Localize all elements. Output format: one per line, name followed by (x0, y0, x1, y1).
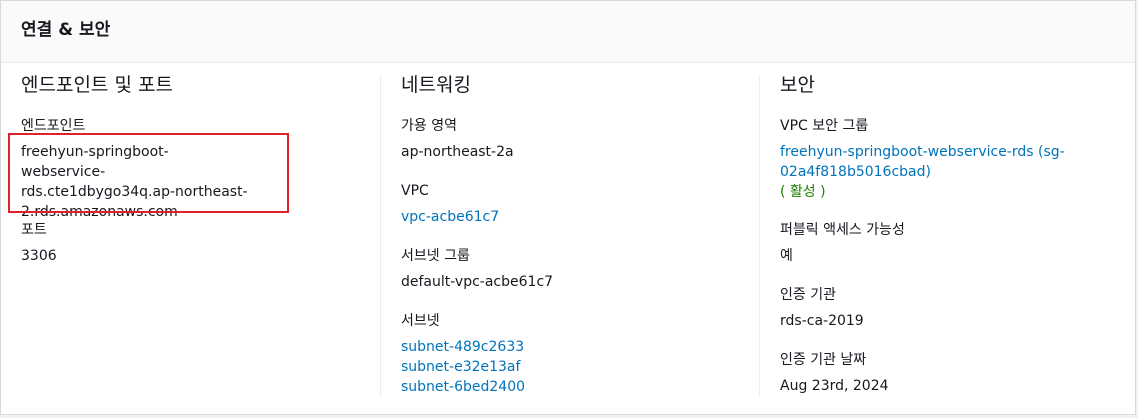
ca-label: 인증 기관 (780, 287, 836, 303)
subnets-label: 서브넷 (401, 313, 440, 329)
networking-section-title: 네트워킹 (401, 74, 471, 96)
security-group-link-line: freehyun-springboot-webservice-rds (sg- (780, 144, 1065, 160)
ca-date-label: 인증 기관 날짜 (780, 352, 867, 368)
security-section-title: 보안 (780, 74, 815, 96)
endpoint-port-column: 엔드포인트 및 포트 엔드포인트 freehyun-springboot-web… (21, 62, 361, 414)
port-label: 포트 (21, 222, 47, 238)
security-group-status: ( 활성 ) (780, 184, 826, 200)
az-value: ap-northeast-2a (401, 144, 514, 160)
security-group-link[interactable]: freehyun-springboot-webservice-rds (sg- … (780, 142, 1120, 182)
public-access-label: 퍼블릭 액세스 가능성 (780, 222, 905, 238)
ca-value: rds-ca-2019 (780, 313, 864, 329)
az-label: 가용 영역 (401, 118, 457, 134)
port-value: 3306 (21, 248, 57, 264)
panel-header: 연결 & 보안 (1, 1, 1135, 63)
endpoint-highlight-box (8, 133, 289, 213)
security-column: 보안 VPC 보안 그룹 freehyun-springboot-webserv… (780, 62, 1125, 414)
subnet-link[interactable]: subnet-489c2633 (401, 337, 525, 357)
subnet-group-value: default-vpc-acbe61c7 (401, 274, 554, 290)
subnet-group-label: 서브넷 그룹 (401, 248, 470, 264)
column-divider (759, 75, 760, 397)
security-group-label: VPC 보안 그룹 (780, 118, 869, 134)
ca-date-value: Aug 23rd, 2024 (780, 378, 889, 394)
vpc-link[interactable]: vpc-acbe61c7 (401, 207, 499, 227)
networking-column: 네트워킹 가용 영역 ap-northeast-2a VPC vpc-acbe6… (401, 62, 741, 414)
connectivity-security-panel: 연결 & 보안 엔드포인트 및 포트 엔드포인트 freehyun-spring… (0, 0, 1136, 415)
endpoint-section-title: 엔드포인트 및 포트 (21, 74, 173, 96)
panel-title: 연결 & 보안 (21, 20, 111, 40)
subnet-list: subnet-489c2633 subnet-e32e13af subnet-6… (401, 337, 525, 397)
public-access-value: 예 (780, 248, 793, 264)
column-divider (380, 75, 381, 397)
subnet-link[interactable]: subnet-6bed2400 (401, 377, 525, 397)
vpc-label: VPC (401, 183, 429, 199)
security-group-link-line: 02a4f818b5016cbad) (780, 164, 931, 180)
security-group-value: freehyun-springboot-webservice-rds (sg- … (780, 142, 1120, 202)
subnet-link[interactable]: subnet-e32e13af (401, 357, 525, 377)
